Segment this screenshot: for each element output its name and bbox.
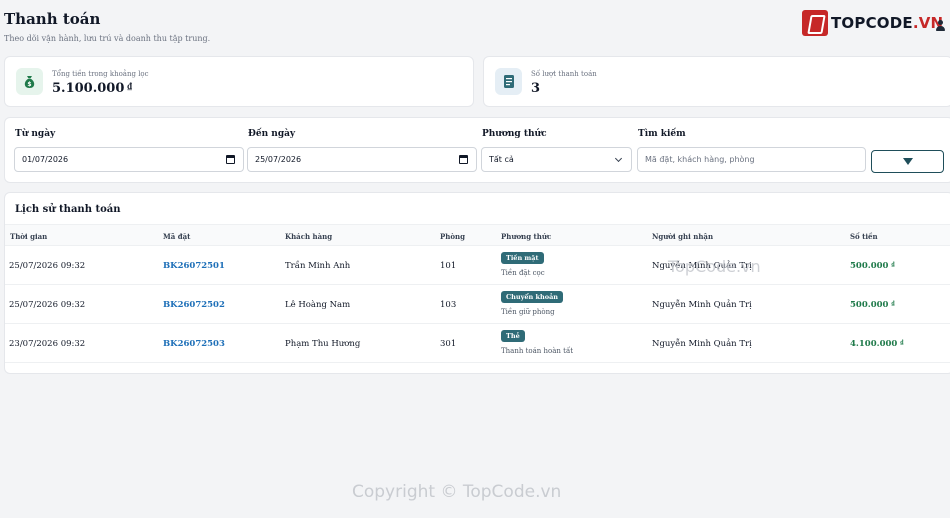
row-note: Tiền đặt cọc: [501, 269, 545, 277]
row-room: 301: [440, 339, 457, 349]
row-amount: 500.000 ₫: [850, 300, 895, 310]
watermark-center: TopCode.vn: [668, 257, 761, 276]
page-title: Thanh toán: [4, 10, 101, 28]
row-customer: Phạm Thu Hương: [285, 339, 361, 349]
stat-value: 3: [531, 81, 541, 96]
chevron-down-icon: [614, 154, 623, 163]
stat-value: 5.100.000 ₫: [52, 81, 132, 96]
payment-history: Lịch sử thanh toán Thời gian Mã đặt Khác…: [4, 192, 950, 374]
row-amount: 4.100.000 ₫: [850, 339, 904, 349]
filter-to: Đến ngày: [248, 129, 295, 139]
table-row[interactable]: 25/07/2026 09:32 BK26072502 Lê Hoàng Nam…: [5, 285, 950, 324]
row-customer: Lê Hoàng Nam: [285, 300, 351, 310]
row-room: 103: [440, 300, 457, 310]
page-header: Thanh toán Theo dõi vận hành, lưu trú và…: [4, 10, 210, 43]
method-select[interactable]: Tất cả: [481, 147, 632, 172]
row-code-link[interactable]: BK26072501: [163, 261, 225, 271]
row-code-link[interactable]: BK26072502: [163, 300, 225, 310]
row-time: 25/07/2026 09:32: [9, 300, 86, 310]
money-bag-icon: $: [16, 68, 43, 95]
row-recorder: Nguyễn Minh Quản Trị: [652, 300, 752, 310]
stat-total-amount: $ Tổng tiền trong khoảng lọc 5.100.000 ₫: [4, 56, 474, 107]
funnel-icon: [902, 158, 913, 165]
col-customer: Khách hàng: [285, 232, 333, 241]
page-subtitle: Theo dõi vận hành, lưu trú và doanh thu …: [4, 34, 211, 43]
stat-label: Tổng tiền trong khoảng lọc: [52, 70, 149, 78]
row-recorder: Nguyễn Minh Quản Trị: [652, 339, 752, 349]
table-row[interactable]: 25/07/2026 09:32 BK26072501 Trần Minh An…: [5, 246, 950, 285]
from-date-input[interactable]: 01/07/2026: [14, 147, 244, 172]
method-badge: Chuyển khoản: [501, 291, 564, 303]
filter-search-label: Tìm kiếm: [638, 129, 686, 139]
filter-method: Phương thức: [482, 129, 547, 139]
filter-search: Tìm kiếm: [638, 129, 686, 139]
to-date-input[interactable]: 25/07/2026: [247, 147, 477, 172]
method-badge: Tiền mặt: [501, 252, 544, 264]
col-code: Mã đặt: [163, 232, 191, 241]
section-title: Lịch sử thanh toán: [15, 204, 121, 215]
col-recorder: Người ghi nhận: [652, 232, 714, 241]
table-row[interactable]: 23/07/2026 09:32 BK26072503 Phạm Thu Hươ…: [5, 324, 950, 363]
svg-text:$: $: [27, 81, 31, 88]
row-time: 25/07/2026 09:32: [9, 261, 86, 271]
table-header: Thời gian Mã đặt Khách hàng Phòng Phương…: [5, 224, 950, 246]
filter-from: Từ ngày: [15, 129, 55, 139]
calendar-icon[interactable]: [226, 155, 235, 164]
stat-payment-count: Số lượt thanh toán 3: [483, 56, 950, 107]
filter-to-label: Đến ngày: [248, 129, 296, 139]
calendar-icon[interactable]: [459, 155, 468, 164]
col-method: Phương thức: [501, 232, 552, 241]
filter-button[interactable]: [871, 150, 944, 173]
watermark-bottom: Copyright © TopCode.vn: [352, 482, 562, 502]
row-customer: Trần Minh Anh: [285, 261, 351, 271]
brand-text: TOPCODE.VN: [831, 14, 944, 32]
col-room: Phòng: [440, 232, 466, 241]
row-time: 23/07/2026 09:32: [9, 339, 86, 349]
row-code-link[interactable]: BK26072503: [163, 339, 225, 349]
user-icon[interactable]: [935, 20, 945, 31]
col-time: Thời gian: [10, 232, 48, 241]
filter-method-label: Phương thức: [482, 129, 547, 139]
row-room: 101: [440, 261, 457, 271]
method-badge: Thẻ: [501, 330, 525, 342]
brand-logo: TOPCODE.VN: [802, 10, 943, 36]
receipt-icon: [495, 68, 522, 95]
search-input[interactable]: Mã đặt, khách hàng, phòng: [637, 147, 866, 172]
brand-mark-icon: [802, 10, 828, 36]
stat-label: Số lượt thanh toán: [531, 70, 597, 78]
filter-panel: Từ ngày 01/07/2026 Đến ngày 25/07/2026 P…: [4, 117, 950, 183]
col-amount: Số tiền: [850, 232, 878, 241]
filter-from-label: Từ ngày: [15, 129, 56, 139]
row-amount: 500.000 ₫: [850, 261, 895, 271]
row-note: Thanh toán hoàn tất: [501, 347, 574, 355]
row-note: Tiền giữ phòng: [501, 308, 555, 316]
